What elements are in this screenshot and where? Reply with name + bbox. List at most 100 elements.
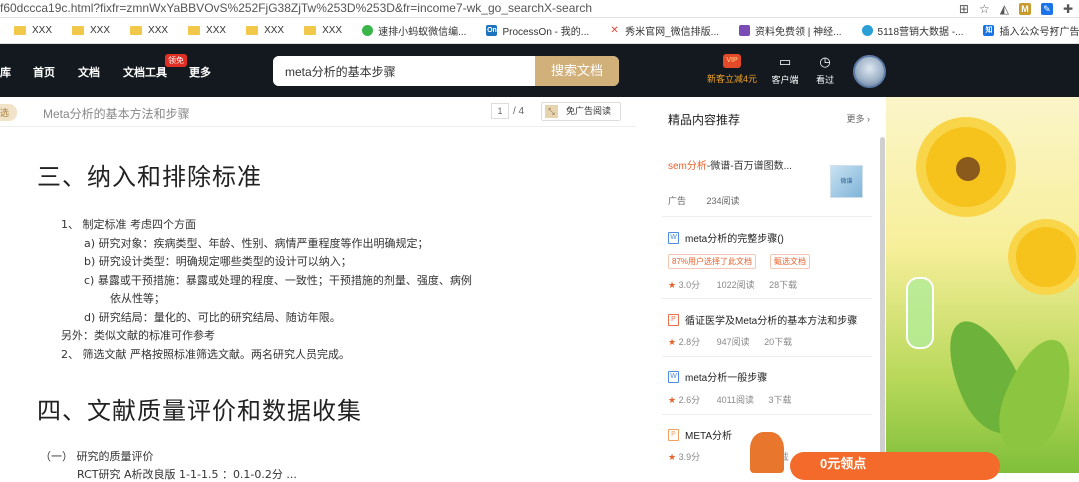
site-icon (861, 25, 873, 36)
bookmark-item[interactable]: 5118营销大数据 -... (861, 23, 963, 38)
bookmark-item[interactable]: On ProcessOn - 我的... (486, 23, 589, 38)
bookmark-item[interactable]: 知插入公众号打广告... (983, 23, 1079, 38)
document-title: Meta分析的基本方法和步骤 (43, 107, 190, 121)
star-icon: ★ (668, 337, 677, 347)
zhihu-icon: 知 (983, 25, 995, 36)
search-input[interactable] (273, 56, 535, 86)
bookmark-item[interactable]: 速排小蚂蚁微信编... (362, 23, 466, 38)
recommended-doc-link[interactable]: W meta分析一般步骤 (668, 369, 767, 384)
bookmarks-bar: XXX XXX XXX XXX XXX XXX 速排小蚂蚁微信编... On Pr… (0, 18, 1079, 44)
vip-entry[interactable]: VIP 新客立减4元 (705, 54, 759, 85)
star-icon: ★ (668, 280, 677, 290)
recommended-doc-link[interactable]: P 循证医学及Meta分析的基本方法和步骤 (668, 312, 857, 327)
folder-icon (72, 26, 85, 35)
adfree-read-button[interactable]: ⤡ 免广告阅读 (541, 102, 621, 121)
divider (662, 414, 872, 415)
folder-icon (304, 26, 317, 35)
clock-icon: ◷ (819, 54, 831, 69)
puzzle-icon[interactable]: ✚ (1063, 2, 1073, 16)
bookmark-item[interactable]: XXX (246, 25, 284, 36)
nav-doc-tools[interactable]: 文档工具 (123, 64, 167, 80)
extension-a-icon[interactable]: ◭ (1000, 2, 1009, 16)
client-entry[interactable]: ▭ 客户端 (770, 54, 800, 86)
sidebar-scrollbar[interactable] (880, 137, 885, 473)
bookmark-item[interactable]: 资料免费领 | 神经... (739, 23, 842, 38)
browser-toolbar-icons: ⊞ ☆ ◭ M ✎ ✚ (959, 0, 1073, 18)
translate-icon[interactable]: ⊞ (959, 2, 969, 16)
nav-more[interactable]: 更多 (189, 64, 211, 80)
star-icon: ★ (668, 395, 677, 405)
bookmark-item[interactable]: XXX (14, 25, 52, 36)
doc-line: 依从性等； (110, 292, 165, 305)
bottle-illustration (906, 277, 934, 349)
promo-illustration (886, 97, 1079, 473)
document-reader: 选 Meta分析的基本方法和步骤 1 / 4 ⤡ 免广告阅读 三、纳入和排除标准… (0, 97, 636, 481)
star-icon: ★ (668, 452, 677, 462)
nav-home[interactable]: 首页 (33, 64, 55, 80)
star-icon[interactable]: ☆ (979, 2, 990, 16)
site-icon (739, 25, 751, 36)
featured-chip: 甄选文档 (770, 254, 810, 269)
document-toolbar: 选 Meta分析的基本方法和步骤 1 / 4 ⤡ 免广告阅读 (0, 97, 636, 127)
page-total: / 4 (513, 106, 525, 117)
sunflower-illustration (1016, 227, 1076, 287)
doc-line: a) 研究对象：疾病类型、年龄、性别、病情严重程度等作出明确规定； (84, 237, 429, 250)
folder-icon (188, 26, 201, 35)
bookmark-item[interactable]: ✕ 秀米官网_微信排版... (609, 23, 719, 38)
site-icon (362, 25, 374, 36)
doc-rating: ★ 3.0分 1022阅读 28下载 (668, 280, 798, 290)
history-entry[interactable]: ◷ 看过 (810, 54, 840, 86)
ad-thumbnail[interactable]: 微谱 (830, 165, 863, 198)
browser-address-bar[interactable]: f60dccca19c.html?fixfr=zmnWxYaBBVOvS%252… (0, 0, 1079, 18)
sidebar-title: 精品内容推荐 (668, 113, 741, 127)
extension-b-icon[interactable]: ✎ (1040, 3, 1053, 15)
pdf-file-icon: P (668, 313, 679, 326)
word-file-icon: W (668, 231, 679, 244)
recommended-doc-link[interactable]: W meta分析的完整步骤() (668, 230, 784, 245)
processon-icon: On (486, 25, 498, 36)
doc-line: d) 研究结局：量化的、可比的研究结局、随访年限。 (84, 311, 341, 324)
recommendation-sidebar: 精品内容推荐 更多 › sem分析-微谱-百万谱图数... 微谱 广告 234阅… (650, 97, 886, 473)
extension-m-icon[interactable]: M (1018, 3, 1031, 15)
doc-rating: ★ 2.8分 947阅读 20下载 (668, 337, 793, 347)
ad-title[interactable]: sem分析-微谱-百万谱图数... (668, 157, 792, 172)
divider (662, 298, 872, 299)
nav-docs[interactable]: 文档 (78, 64, 100, 80)
bookmarks-overflow-icon[interactable]: » (1051, 25, 1057, 37)
sunflower-center (956, 157, 980, 181)
doc-line: （一） 研究的质量评价 (40, 450, 154, 463)
page-number-input[interactable]: 1 (491, 103, 509, 119)
folder-icon (246, 26, 259, 35)
doc-line: RCT研究 A析改良版 1-1-1.5 ：0.1-0.2分 ... (77, 468, 297, 481)
divider (662, 356, 872, 357)
logo-fragment[interactable]: 库 (0, 64, 11, 80)
expand-icon: ⤡ (545, 105, 558, 118)
promo-banner[interactable]: 0元领点 (790, 452, 1000, 480)
search-button[interactable]: 搜索文档 (535, 56, 619, 86)
url-text[interactable]: f60dccca19c.html?fixfr=zmnWxYaBBVOvS%252… (0, 1, 592, 15)
tablet-icon: ▭ (778, 54, 792, 69)
section-heading: 三、纳入和排除标准 (37, 163, 262, 191)
doc-line: 1、 制定标准 考虑四个方面 (61, 218, 196, 231)
bookmark-item[interactable]: XXX (304, 25, 342, 36)
vip-icon: VIP (723, 54, 741, 68)
folder-icon (130, 26, 143, 35)
divider (662, 216, 872, 217)
doc-line: 2、 筛选文献 严格按照标准筛选文献。两名研究人员完成。 (61, 348, 350, 361)
mascot-illustration[interactable] (750, 432, 784, 473)
doc-rating: ★ 2.6分 4011阅读 3下载 (668, 395, 792, 405)
xiumi-icon: ✕ (609, 25, 621, 36)
search-box: 搜索文档 (273, 56, 619, 86)
user-choice-chip: 87%用户选择了此文档 (668, 254, 757, 269)
doc-line: b) 研究设计类型：明确规定哪些类型的设计可以纳入； (84, 255, 352, 268)
doc-line: 另外：类似文献的标准可作参考 (61, 329, 215, 342)
site-header: 库 首页 文档 文档工具 领免 更多 搜索文档 VIP 新客立减4元 ▭ 客户端… (0, 44, 1079, 97)
recommended-doc-link[interactable]: P META分析 (668, 427, 732, 442)
word-file-icon: W (668, 370, 679, 383)
doc-line: c) 暴露或干预措施：暴露或处理的程度、一致性；干预措施的剂量、强度、病例 (84, 274, 472, 287)
bookmark-item[interactable]: XXX (130, 25, 168, 36)
bookmark-item[interactable]: XXX (188, 25, 226, 36)
sidebar-more-link[interactable]: 更多 › (847, 112, 871, 125)
bookmark-item[interactable]: XXX (72, 25, 110, 36)
avatar[interactable] (853, 55, 886, 88)
